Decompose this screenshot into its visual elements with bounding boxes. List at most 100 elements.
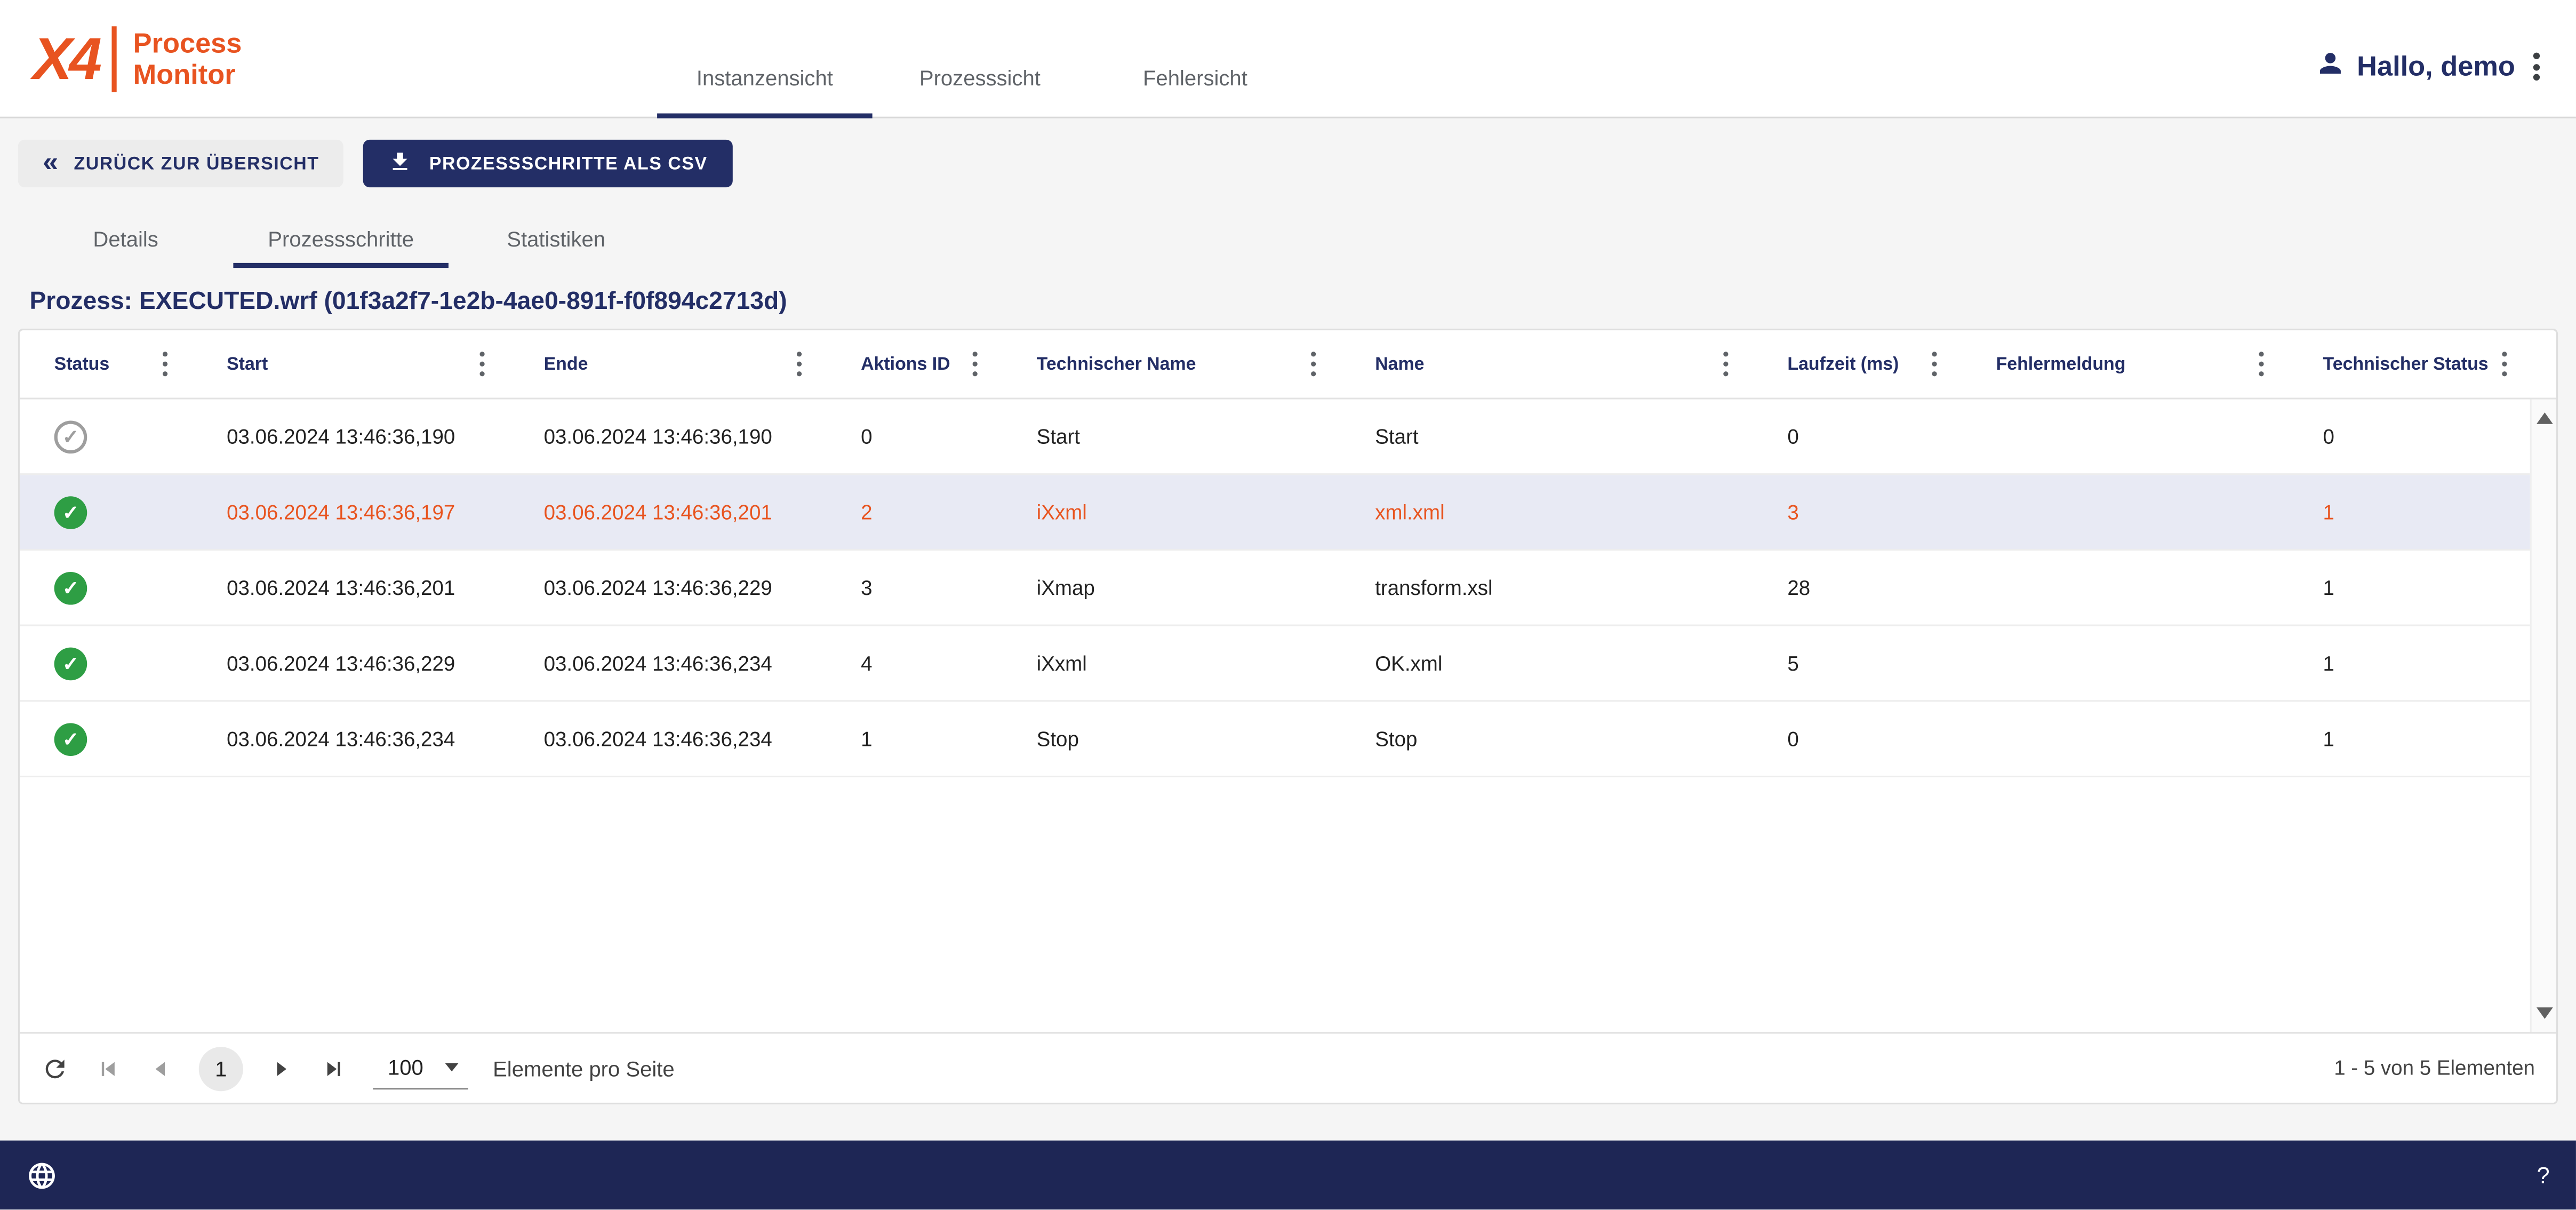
- row-start: 03.06.2024 13:46:36,190: [227, 425, 543, 448]
- column-menu-kebab-icon[interactable]: [1303, 345, 1322, 383]
- tab-statistiken[interactable]: Statistiken: [449, 213, 664, 264]
- tab-label: Statistiken: [507, 227, 605, 251]
- row-laufzeit: 0: [1787, 425, 1996, 448]
- tab-details[interactable]: Details: [18, 213, 234, 264]
- scroll-up-arrow-icon[interactable]: [2535, 412, 2552, 424]
- items-per-page-label: Elemente pro Seite: [493, 1056, 675, 1080]
- toolbar: « ZURÜCK ZUR ÜBERSICHT PROZESSSCHRITTE A…: [18, 140, 732, 187]
- process-monitor-app: X4 Process Monitor Instanzensicht Prozes…: [0, 0, 2576, 1209]
- row-laufzeit: 28: [1787, 576, 1996, 599]
- row-technischer-status: 1: [2323, 651, 2530, 674]
- tab-prozessschritte[interactable]: Prozessschritte: [233, 213, 449, 264]
- column-menu-kebab-icon[interactable]: [965, 345, 984, 383]
- row-aktions-id: 3: [861, 576, 1037, 599]
- tab-prozesssicht[interactable]: Prozesssicht: [873, 0, 1088, 117]
- row-technischer-name: Start: [1037, 425, 1375, 448]
- column-header-fehlermeldung: Fehlermeldung: [1996, 330, 2323, 397]
- row-aktions-id: 2: [861, 500, 1037, 523]
- first-page-icon[interactable]: [94, 1054, 122, 1082]
- column-header-name: Name: [1375, 330, 1787, 397]
- row-status-cell: [20, 722, 227, 755]
- status-check-circle-green-icon: [54, 571, 87, 604]
- table-row[interactable]: 03.06.2024 13:46:36,201 03.06.2024 13:46…: [20, 551, 2530, 626]
- row-technischer-status: 1: [2323, 576, 2530, 599]
- row-start: 03.06.2024 13:46:36,201: [227, 576, 543, 599]
- tab-fehlersicht[interactable]: Fehlersicht: [1087, 0, 1303, 117]
- row-ende: 03.06.2024 13:46:36,229: [544, 576, 861, 599]
- row-start: 03.06.2024 13:46:36,197: [227, 500, 543, 523]
- row-technischer-name: iXxml: [1037, 500, 1375, 523]
- scroll-down-arrow-icon[interactable]: [2535, 1007, 2552, 1019]
- column-menu-kebab-icon[interactable]: [1716, 345, 1734, 383]
- row-status-cell: [20, 420, 227, 453]
- export-csv-button[interactable]: PROZESSSCHRITTE ALS CSV: [364, 140, 732, 187]
- previous-page-icon[interactable]: [146, 1054, 174, 1082]
- refresh-icon[interactable]: [41, 1054, 69, 1082]
- pagination-range-label: 1 - 5 von 5 Elementen: [2334, 1057, 2535, 1080]
- tab-label: Prozesssicht: [919, 66, 1041, 90]
- vertical-scrollbar[interactable]: [2530, 400, 2556, 1032]
- row-technischer-status: 1: [2323, 500, 2530, 523]
- table-row[interactable]: 03.06.2024 13:46:36,234 03.06.2024 13:46…: [20, 702, 2530, 777]
- column-header-technischer-status: Technischer Status: [2323, 330, 2530, 397]
- person-icon: [2314, 47, 2346, 86]
- tab-instanzensicht[interactable]: Instanzensicht: [657, 0, 873, 117]
- column-menu-kebab-icon[interactable]: [1925, 345, 1943, 383]
- status-check-circle-green-icon: [54, 722, 87, 755]
- row-laufzeit: 5: [1787, 651, 1996, 674]
- row-aktions-id: 1: [861, 727, 1037, 750]
- next-page-icon[interactable]: [268, 1054, 295, 1082]
- table-row-selected[interactable]: 03.06.2024 13:46:36,197 03.06.2024 13:46…: [20, 475, 2530, 551]
- back-button-label: ZURÜCK ZUR ÜBERSICHT: [74, 154, 319, 173]
- globe-icon[interactable]: [26, 1159, 58, 1191]
- logo-divider: [112, 26, 117, 91]
- status-check-circle-green-icon: [54, 496, 87, 529]
- row-laufzeit: 0: [1787, 727, 1996, 750]
- tab-label: Fehlersicht: [1143, 66, 1247, 90]
- app-footer: ?: [0, 1141, 2576, 1209]
- app-name-line1: Process: [133, 27, 242, 59]
- app-name-line2: Monitor: [133, 58, 242, 90]
- row-technischer-status: 1: [2323, 727, 2530, 750]
- column-header-ende: Ende: [544, 330, 861, 397]
- column-menu-kebab-icon[interactable]: [2494, 345, 2513, 383]
- chevron-down-icon: [445, 1063, 459, 1071]
- process-title: Prozess: EXECUTED.wrf (01f3a2f7-1e2b-4ae…: [29, 288, 787, 315]
- table-row[interactable]: 03.06.2024 13:46:36,229 03.06.2024 13:46…: [20, 626, 2530, 702]
- tab-label: Prozessschritte: [268, 227, 414, 251]
- back-to-overview-button[interactable]: « ZURÜCK ZUR ÜBERSICHT: [18, 140, 344, 187]
- row-aktions-id: 4: [861, 651, 1037, 674]
- view-tabs: Details Prozessschritte Statistiken: [18, 213, 664, 264]
- x4-logo-mark: X4: [33, 24, 99, 93]
- row-technischer-status: 0: [2323, 425, 2530, 448]
- row-technischer-name: iXmap: [1037, 576, 1375, 599]
- table-header-row: Status Start Ende Aktions ID Technischer…: [20, 330, 2556, 399]
- user-menu-kebab-icon[interactable]: [2527, 46, 2547, 87]
- table-row[interactable]: 03.06.2024 13:46:36,190 03.06.2024 13:46…: [20, 400, 2530, 475]
- tab-label: Instanzensicht: [697, 66, 833, 90]
- row-ende: 03.06.2024 13:46:36,234: [544, 727, 861, 750]
- csv-button-label: PROZESSSCHRITTE ALS CSV: [429, 154, 708, 173]
- column-menu-kebab-icon[interactable]: [155, 345, 174, 383]
- row-name: Start: [1375, 425, 1787, 448]
- status-check-circle-gray-icon: [54, 420, 87, 453]
- help-link[interactable]: ?: [2537, 1162, 2550, 1188]
- user-greeting: Hallo, demo: [2357, 50, 2515, 83]
- row-start: 03.06.2024 13:46:36,234: [227, 727, 543, 750]
- column-header-start: Start: [227, 330, 543, 397]
- row-status-cell: [20, 571, 227, 604]
- column-menu-kebab-icon[interactable]: [789, 345, 808, 383]
- last-page-icon[interactable]: [321, 1054, 348, 1082]
- row-ende: 03.06.2024 13:46:36,201: [544, 500, 861, 523]
- column-menu-kebab-icon[interactable]: [473, 345, 491, 383]
- row-start: 03.06.2024 13:46:36,229: [227, 651, 543, 674]
- current-page-button[interactable]: 1: [199, 1046, 243, 1090]
- page-size-dropdown[interactable]: 100: [373, 1047, 468, 1089]
- user-area: Hallo, demo: [2314, 0, 2546, 117]
- main-nav: Instanzensicht Prozesssicht Fehlersicht: [657, 0, 1303, 117]
- column-header-status: Status: [20, 330, 227, 397]
- column-header-aktions-id: Aktions ID: [861, 330, 1037, 397]
- column-menu-kebab-icon[interactable]: [2252, 345, 2270, 383]
- process-steps-table: Status Start Ende Aktions ID Technischer…: [18, 329, 2558, 1104]
- app-name: Process Monitor: [133, 27, 242, 90]
